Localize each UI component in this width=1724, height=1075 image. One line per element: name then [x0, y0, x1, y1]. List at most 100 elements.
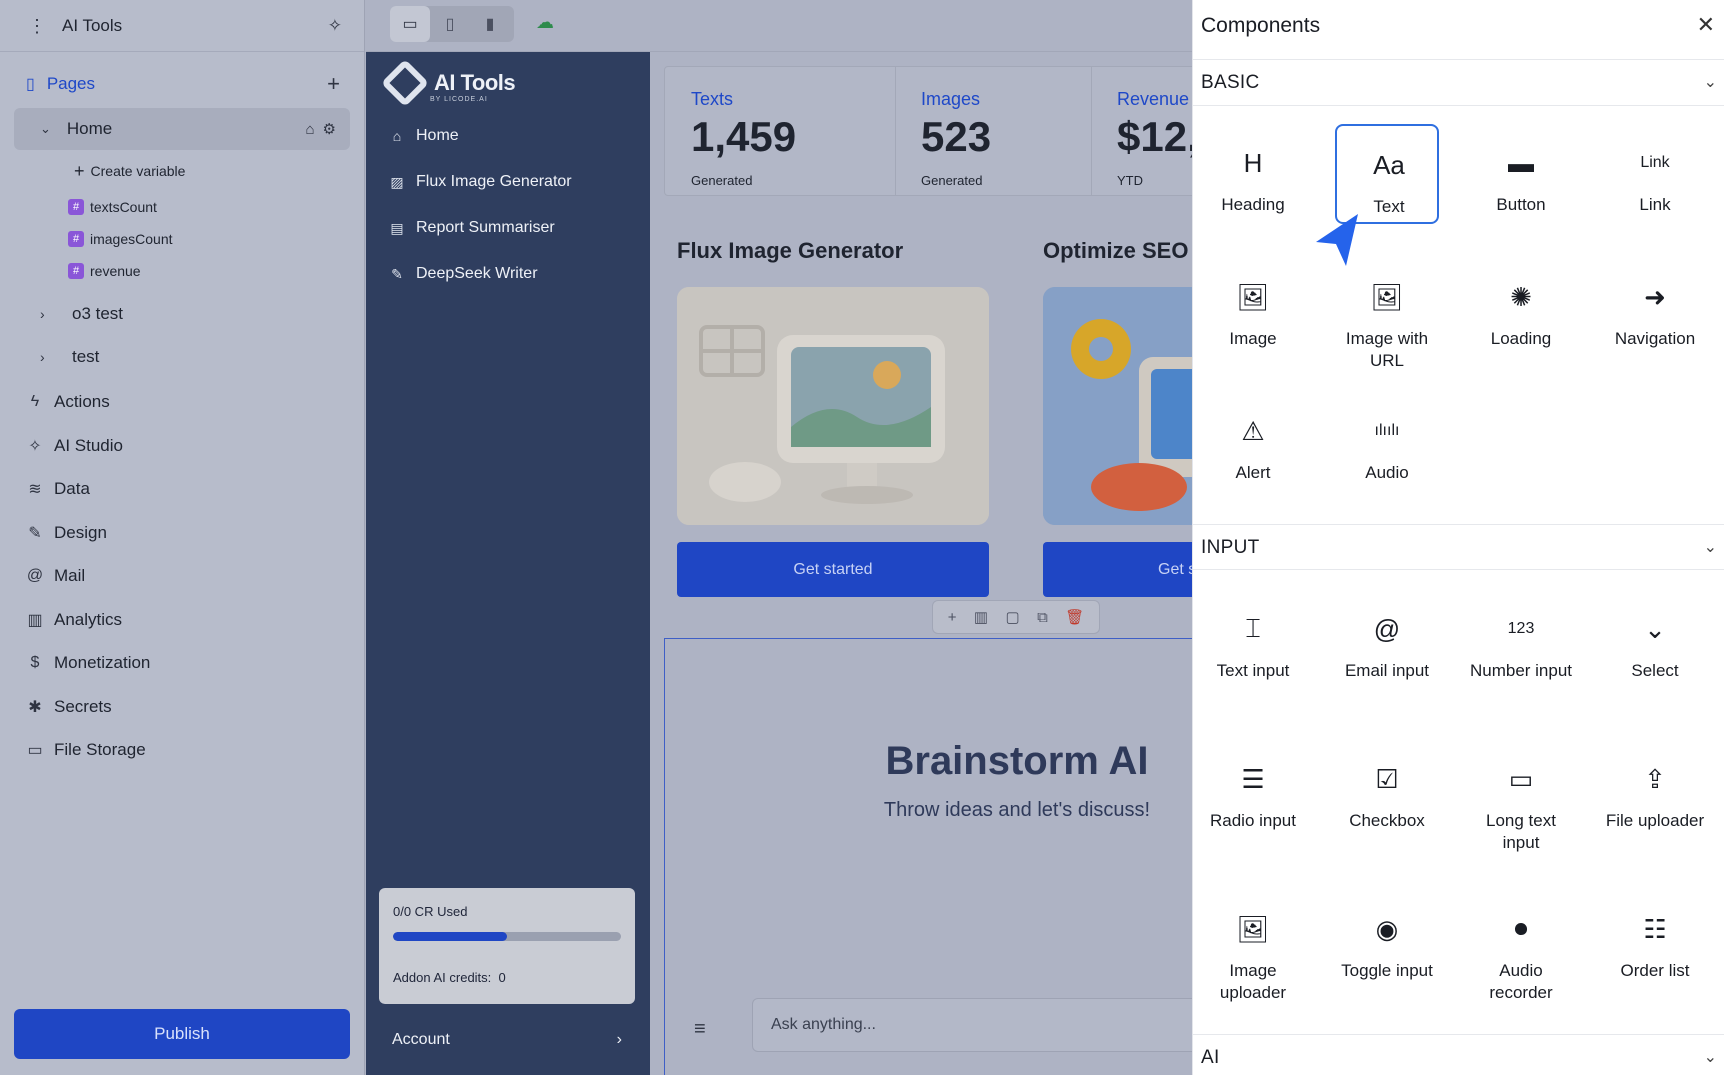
more-menu-icon[interactable]: ⋮ — [28, 17, 46, 35]
component-select[interactable]: ⌄ Select — [1603, 590, 1707, 690]
add-page-icon[interactable]: + — [327, 71, 340, 97]
stat-sub: Generated — [921, 173, 983, 188]
component-label: Toggle input — [1341, 961, 1433, 980]
app-nav-home[interactable]: ⌂ Home — [388, 123, 459, 149]
app-nav-flux[interactable]: ▨ Flux Image Generator — [388, 169, 571, 195]
logo-text: AI Tools — [434, 70, 516, 95]
create-variable-label: Create variable — [90, 163, 186, 179]
section-basic[interactable]: BASIC ⌄ — [1193, 60, 1724, 106]
stat-images: Images 523 Generated — [895, 67, 1091, 195]
nav-design[interactable]: ✎ Design — [26, 519, 107, 547]
component-number-input[interactable]: 123 Number input — [1469, 590, 1573, 690]
nav-ai-studio[interactable]: ✧ AI Studio — [26, 432, 123, 460]
component-label: File uploader — [1605, 811, 1705, 830]
pages-header[interactable]: ▯ Pages + — [26, 70, 340, 98]
stats-card[interactable]: Texts 1,459 Generated Images 523 Generat… — [664, 66, 1192, 196]
cloud-icon[interactable]: ☁ — [536, 12, 554, 33]
nav-file-storage[interactable]: ▭ File Storage — [26, 736, 145, 764]
nav-data[interactable]: ≋ Data — [26, 475, 90, 503]
page-item-o3-test[interactable]: › o3 test — [40, 301, 123, 327]
chevron-right-icon[interactable]: › — [40, 306, 60, 322]
gear-icon[interactable]: ⚙ — [323, 120, 336, 138]
component-label: Select — [1631, 661, 1679, 680]
component-link[interactable]: Link Link — [1603, 124, 1707, 224]
desktop-icon[interactable]: ▭ — [390, 6, 430, 42]
app-nav-label: Report Summariser — [416, 219, 555, 236]
component-heading[interactable]: H Heading — [1201, 124, 1305, 224]
image-upload-icon: 🖼 — [1236, 913, 1270, 944]
square-icon[interactable]: ▢ — [1005, 608, 1019, 626]
create-variable-button[interactable]: + Create variable — [74, 160, 185, 182]
account-item[interactable]: Account › — [392, 1027, 622, 1053]
component-file-uploader[interactable]: ⇪ File uploader — [1603, 740, 1707, 840]
at-icon: @ — [26, 567, 44, 584]
app-nav-deepseek[interactable]: ✎ DeepSeek Writer — [388, 261, 537, 287]
component-toggle-input[interactable]: ◉ Toggle input — [1335, 890, 1439, 990]
chevron-down-icon[interactable]: ⌄ — [40, 121, 51, 137]
ask-input[interactable]: Ask anything... — [752, 998, 1192, 1052]
component-alert[interactable]: ⚠ Alert — [1201, 392, 1305, 492]
chevron-down-icon: ⌄ — [1703, 1049, 1717, 1066]
plus-icon[interactable]: + — [948, 609, 957, 626]
component-text[interactable]: Aa Text — [1335, 124, 1439, 224]
nav-secrets[interactable]: ✱ Secrets — [26, 693, 111, 721]
get-started-button-2[interactable]: Get s — [1043, 542, 1192, 597]
variable-item[interactable]: # revenue — [68, 260, 141, 282]
component-label: Checkbox — [1349, 811, 1425, 830]
section-input[interactable]: INPUT ⌄ — [1193, 524, 1724, 570]
chevron-right-icon[interactable]: › — [40, 349, 60, 365]
columns-icon[interactable]: ▥ — [974, 608, 988, 626]
app-nav-report[interactable]: ▤ Report Summariser — [388, 215, 555, 241]
close-icon[interactable]: ✕ — [1697, 12, 1715, 38]
long-text-icon: ▭ — [1508, 763, 1534, 794]
get-started-button[interactable]: Get started — [677, 542, 989, 597]
pointer-cursor-icon — [1316, 214, 1358, 266]
heading-icon: H — [1243, 147, 1263, 178]
page-item-test[interactable]: › test — [40, 344, 99, 370]
nav-mail[interactable]: @ Mail — [26, 562, 85, 590]
component-text-input[interactable]: ⌶ Text input — [1201, 590, 1305, 690]
image-icon: ▨ — [390, 173, 404, 190]
trash-icon[interactable]: 🗑 — [1065, 608, 1084, 626]
text-input-icon: ⌶ — [1245, 613, 1261, 643]
button-icon: ▬ — [1508, 147, 1534, 178]
select-icon: ⌄ — [1644, 613, 1666, 644]
menu-icon[interactable]: ≡ — [694, 1018, 706, 1041]
nav-monetization[interactable]: $ Monetization — [26, 649, 151, 677]
component-image-with-url[interactable]: 🖼 Image with URL — [1335, 258, 1439, 371]
component-image[interactable]: 🖼 Image — [1201, 258, 1305, 358]
section-label: AI — [1201, 1047, 1220, 1068]
component-button[interactable]: ▬ Button — [1469, 124, 1573, 224]
ai-sparkle-icon[interactable]: ✧ — [328, 16, 342, 36]
pages-label: Pages — [46, 74, 96, 93]
nav-analytics[interactable]: ▥ Analytics — [26, 606, 122, 634]
asterisk-icon: ✱ — [28, 699, 42, 716]
section-ai[interactable]: AI ⌄ — [1193, 1034, 1724, 1075]
component-long-text-input[interactable]: ▭ Long text input — [1469, 740, 1573, 853]
component-audio-recorder[interactable]: ⏺ Audio recorder — [1469, 890, 1573, 1002]
component-label: Loading — [1490, 329, 1552, 348]
panel-header: Components ✕ — [1193, 0, 1724, 60]
mobile-icon[interactable]: ▮ — [470, 6, 510, 42]
stat-sub: Generated — [691, 173, 753, 188]
components-panel: Components ✕ BASIC ⌄ INPUT ⌄ AI ⌄ H Headi… — [1192, 0, 1724, 1075]
variable-item[interactable]: # imagesCount — [68, 228, 173, 250]
page-item-home[interactable]: ⌄ Home ⌂ ⚙ — [14, 108, 350, 150]
app-nav-label: Home — [416, 127, 459, 144]
component-order-list[interactable]: ☷ Order list — [1603, 890, 1707, 990]
nav-label: Data — [54, 479, 90, 498]
variable-item[interactable]: # textsCount — [68, 196, 157, 218]
component-checkbox[interactable]: ☑ Checkbox — [1335, 740, 1439, 840]
tablet-icon[interactable]: ▯ — [430, 6, 470, 42]
component-image-uploader[interactable]: 🖼 Image uploader — [1201, 890, 1305, 1003]
chevron-down-icon: ⌄ — [1703, 539, 1717, 556]
component-radio-input[interactable]: ☰ Radio input — [1201, 740, 1305, 840]
variable-label: textsCount — [90, 199, 157, 215]
component-navigation[interactable]: ➜ Navigation — [1603, 258, 1707, 358]
publish-button[interactable]: Publish — [14, 1009, 350, 1059]
component-loading[interactable]: ✺ Loading — [1469, 258, 1573, 358]
nav-actions[interactable]: ϟ Actions — [26, 388, 110, 416]
component-email-input[interactable]: @ Email input — [1335, 590, 1439, 690]
duplicate-icon[interactable]: ⧉ — [1037, 609, 1048, 626]
component-audio[interactable]: ılıılı Audio — [1335, 392, 1439, 492]
